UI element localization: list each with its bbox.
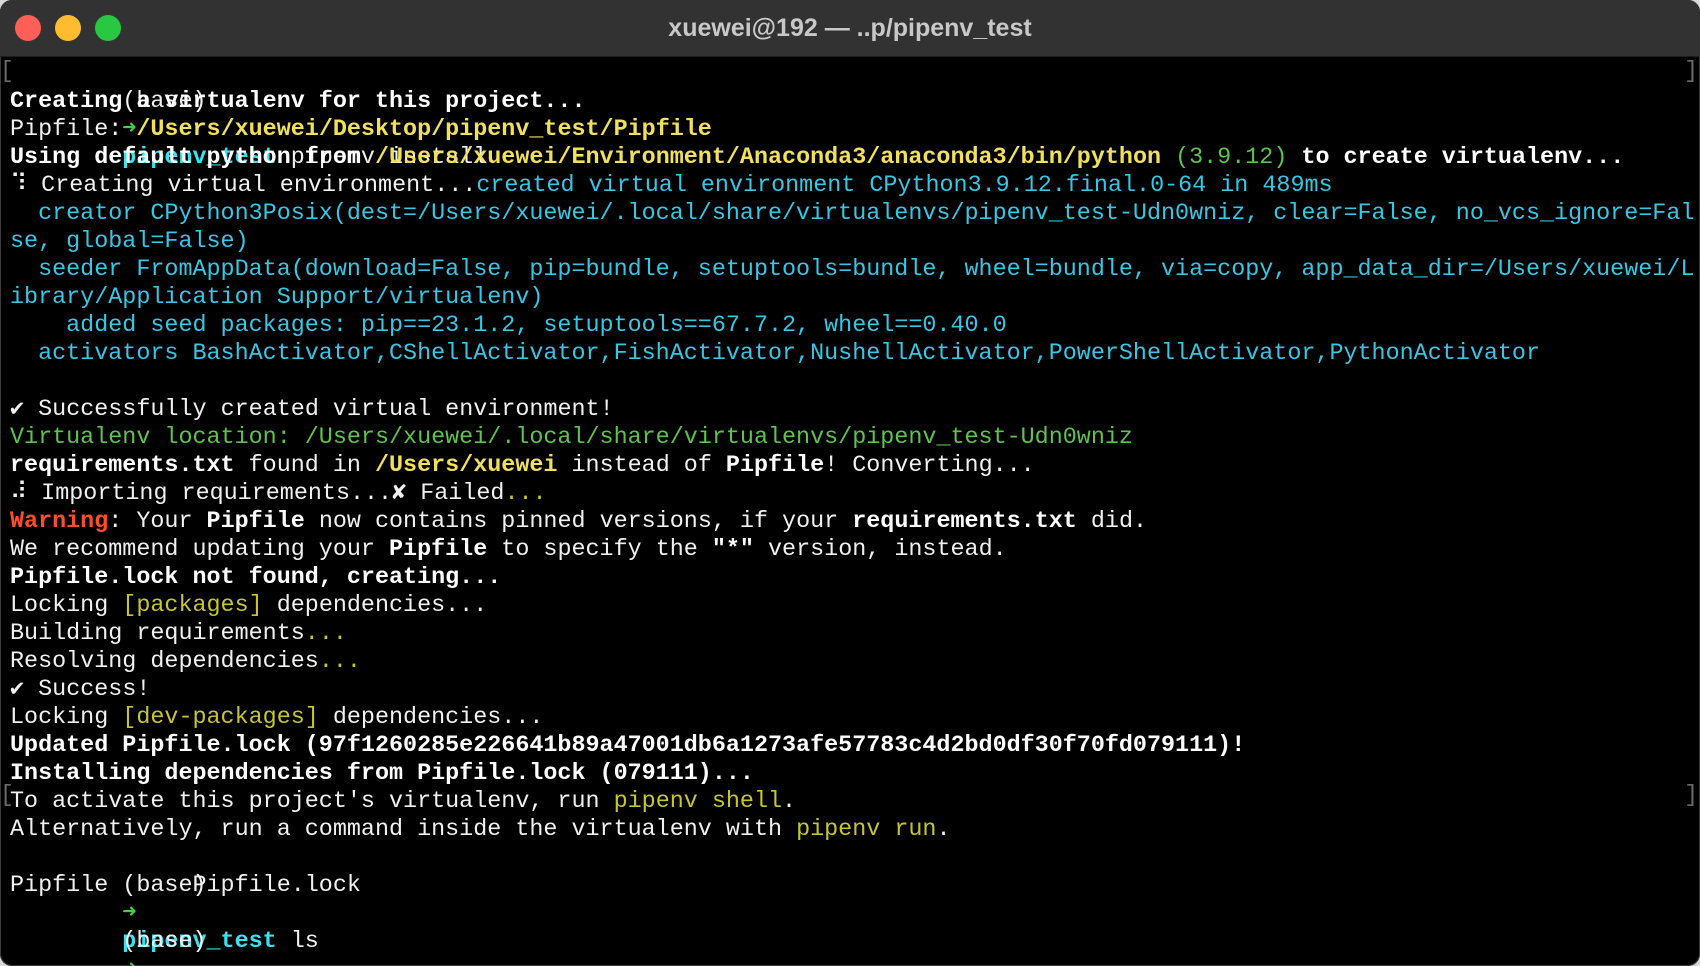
output-line: ✔ Successfully created virtual environme… [10,397,614,423]
output-line: Warning: Your Pipfile now contains pinne… [10,509,1148,535]
output-line: creator CPython3Posix(dest=/Users/xuewei… [10,201,1695,227]
output-line: To activate this project's virtualenv, r… [10,789,797,815]
output-line: se, global=False) [10,229,249,255]
prompt-line: (base) ➜ pipenv_test [10,900,1694,966]
prompt-arrow-icon: ➜ [122,957,136,966]
output-line: Using default python from /Users/xuewei/… [10,145,1625,171]
prompt-arrow-icon: ➜ [122,901,137,927]
output-line: Alternatively, run a command inside the … [10,817,951,843]
output-line: Building requirements... [10,621,347,647]
output-line: Pipfile: /Users/xuewei/Desktop/pipenv_te… [10,117,712,143]
prompt-line: (base) ➜ pipenv_test ls [10,844,1694,955]
title-bar: xuewei@192 — ..p/pipenv_test [0,0,1700,57]
terminal-output[interactable]: [ ] [ ] (base) ➜ pipenv_test pipenv inst… [0,56,1700,966]
output-line: added seed packages: pip==23.1.2, setupt… [10,313,1007,339]
output-line: Virtualenv location: /Users/xuewei/.loca… [10,425,1133,451]
prompt-command: ls [276,929,319,955]
output-line: ⠼ Importing requirements...✘ Failed... [10,481,547,507]
terminal-window: xuewei@192 — ..p/pipenv_test [ ] [ ] (ba… [0,0,1700,966]
output-line: ✔ Success! [10,677,151,703]
prompt-env: (base) [122,929,207,955]
output-line: Installing dependencies from Pipfile.loc… [10,761,754,787]
prompt-line: (base) ➜ pipenv_test pipenv install [10,60,1694,171]
output-line: Resolving dependencies... [10,649,361,675]
output-line: Updated Pipfile.lock (97f1260285e226641b… [10,733,1246,759]
output-line: Pipfile Pipfile.lock [10,873,361,899]
output-line: We recommend updating your Pipfile to sp… [10,537,1007,563]
window-title: xuewei@192 — ..p/pipenv_test [668,14,1032,42]
output-line: Creating a virtualenv for this project..… [10,89,586,115]
output-line: Locking [dev-packages] dependencies... [10,705,544,731]
output-line: ⠹ Creating virtual environment...created… [10,173,1333,199]
output-line: ibrary/Application Support/virtualenv) [10,285,544,311]
output-line: seeder FromAppData(download=False, pip=b… [10,257,1695,283]
output-line: requirements.txt found in /Users/xuewei … [10,453,1035,479]
output-line: activators BashActivator,CShellActivator… [10,341,1540,367]
output-line: Pipfile.lock not found, creating... [10,565,502,591]
output-line: Locking [packages] dependencies... [10,593,488,619]
